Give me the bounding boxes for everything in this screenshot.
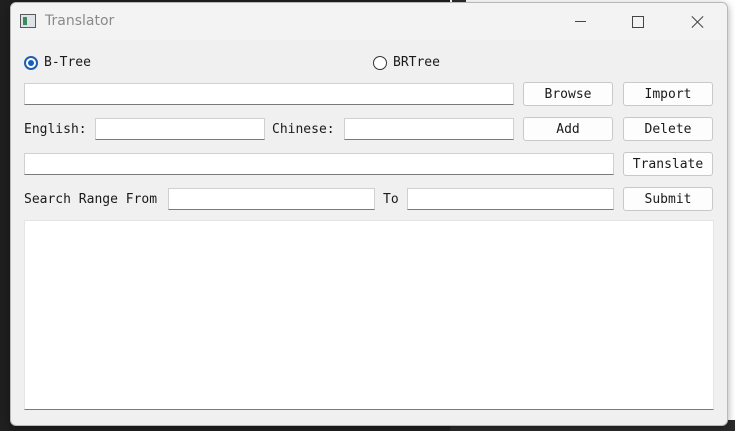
range-from-input[interactable] bbox=[168, 188, 375, 210]
english-label: English: bbox=[24, 122, 87, 137]
translate-input[interactable] bbox=[24, 153, 614, 175]
translate-button[interactable]: Translate bbox=[623, 152, 713, 176]
chinese-input[interactable] bbox=[344, 118, 514, 140]
range-to-label: To bbox=[383, 192, 399, 207]
add-button[interactable]: Add bbox=[523, 117, 613, 141]
radio-btree[interactable]: B-Tree bbox=[24, 55, 91, 70]
radio-brtree-indicator bbox=[373, 55, 387, 70]
close-button[interactable] bbox=[669, 3, 727, 40]
translator-window: Translator B-Tree BRTree Browse Import E… bbox=[10, 2, 728, 426]
window-title: Translator bbox=[45, 13, 115, 29]
english-input[interactable] bbox=[95, 118, 265, 140]
submit-button[interactable]: Submit bbox=[623, 187, 713, 211]
delete-button[interactable]: Delete bbox=[623, 117, 713, 141]
browse-button[interactable]: Browse bbox=[523, 82, 613, 106]
maximize-icon bbox=[632, 15, 644, 28]
radio-btree-indicator bbox=[24, 55, 38, 70]
radio-btree-label: B-Tree bbox=[44, 55, 91, 70]
maximize-button[interactable] bbox=[609, 3, 667, 40]
radio-brtree[interactable]: BRTree bbox=[373, 55, 440, 70]
file-path-input[interactable] bbox=[24, 83, 514, 105]
minimize-icon bbox=[574, 21, 586, 22]
radio-brtree-label: BRTree bbox=[393, 55, 440, 70]
import-button[interactable]: Import bbox=[623, 82, 713, 106]
search-range-from-label: Search Range From bbox=[24, 192, 158, 207]
title-bar[interactable]: Translator bbox=[11, 3, 727, 40]
range-to-input[interactable] bbox=[407, 188, 614, 210]
minimize-button[interactable] bbox=[551, 3, 609, 40]
app-icon bbox=[20, 14, 36, 28]
output-text-area[interactable] bbox=[24, 220, 714, 410]
chinese-label: Chinese: bbox=[272, 122, 335, 137]
close-icon bbox=[691, 15, 705, 29]
